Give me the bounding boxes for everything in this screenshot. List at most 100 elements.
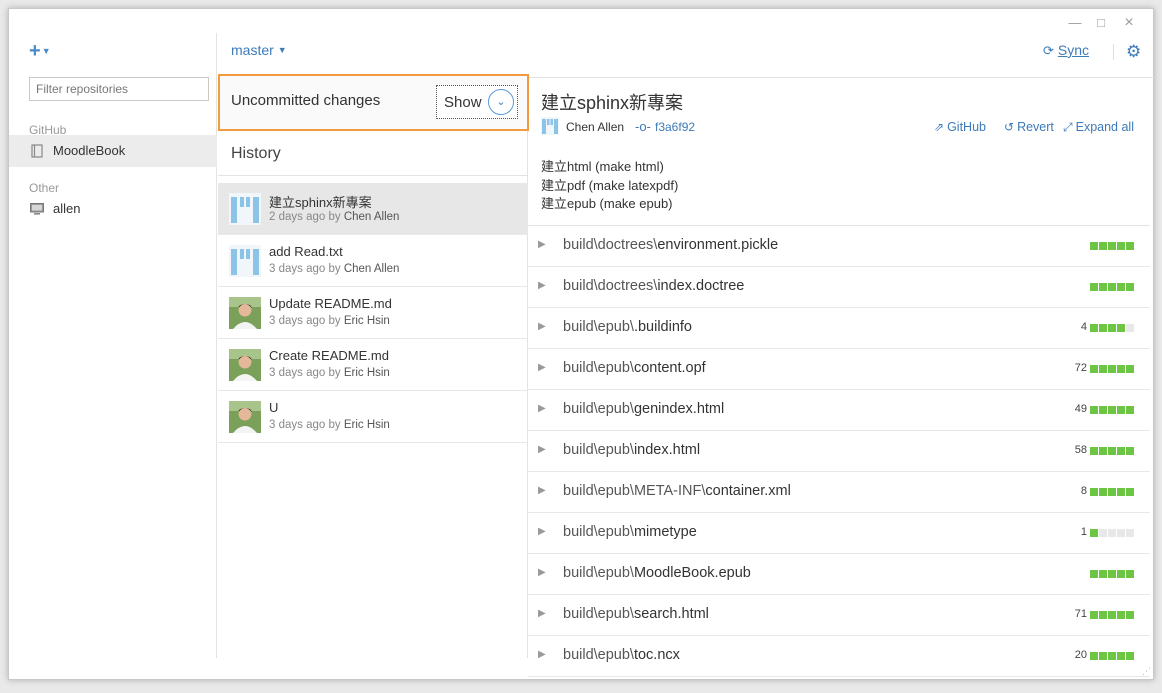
commit-body-line: 建立epub (make epub) [541, 196, 673, 211]
commit-row[interactable]: add Read.txt 3 days ago by Chen Allen [218, 235, 528, 287]
diff-stat-block [1126, 610, 1134, 619]
diff-stat-block [1126, 282, 1134, 291]
revert-button[interactable]: ↺ Revert [1004, 120, 1054, 134]
commit-row[interactable]: U 3 days ago by Eric Hsin [218, 391, 528, 443]
diff-count: 4 [1080, 321, 1087, 333]
diff-stat: 58 [1074, 444, 1134, 456]
commit-author: Eric Hsin [343, 315, 390, 327]
branch-selector[interactable]: master ▼ [231, 42, 287, 58]
diff-bar [1089, 487, 1134, 496]
expand-triangle-icon[interactable]: ▶ [538, 321, 546, 332]
diff-stat-block [1108, 323, 1116, 332]
diff-stat-block [1126, 405, 1134, 414]
file-directory: build\epub\ [563, 606, 634, 622]
diff-stat-block [1126, 569, 1134, 578]
commit-author: Eric Hsin [343, 367, 390, 379]
diff-stat-block [1099, 651, 1107, 660]
diff-count: 58 [1074, 444, 1087, 456]
commit-time: 3 days ago by [269, 263, 341, 275]
chevron-down-icon: ⌄ [488, 89, 514, 115]
file-directory: build\epub\ [563, 647, 634, 663]
changed-file-row[interactable]: ▶ build\epub\toc.ncx 20 [528, 636, 1150, 677]
close-icon[interactable]: × [1115, 13, 1143, 33]
show-label: Show [444, 94, 482, 111]
revert-label: Revert [1017, 120, 1054, 134]
diff-stat-block [1099, 364, 1107, 373]
sidebar-item-allen[interactable]: allen [9, 193, 217, 225]
file-name: container.xml [705, 483, 791, 499]
changed-file-row[interactable]: ▶ build\epub\index.html 58 [528, 431, 1150, 472]
author-avatar [541, 117, 559, 135]
diff-stat-block [1108, 528, 1116, 537]
diff-stat-block [1099, 487, 1107, 496]
changed-file-row[interactable]: ▶ build\doctrees\index.doctree [528, 267, 1150, 308]
commit-author: Chen Allen [343, 263, 400, 275]
show-button[interactable]: Show ⌄ [436, 85, 518, 119]
changed-file-row[interactable]: ▶ build\epub\mimetype 1 [528, 513, 1150, 554]
diff-count: 49 [1074, 403, 1087, 415]
diff-stat-block [1126, 241, 1134, 250]
diff-stat-block [1117, 528, 1125, 537]
expand-triangle-icon[interactable]: ▶ [538, 444, 546, 455]
diff-stat [1087, 569, 1134, 578]
changed-file-row[interactable]: ▶ build\epub\genindex.html 49 [528, 390, 1150, 431]
changed-file-row[interactable]: ▶ build\epub\content.opf 72 [528, 349, 1150, 390]
commit-body-line: 建立pdf (make latexpdf) [541, 177, 679, 193]
commit-sha[interactable]: f3a6f92 [655, 120, 695, 134]
commit-body: 建立html (make html) 建立pdf (make latexpdf)… [541, 158, 678, 214]
expand-triangle-icon[interactable]: ▶ [538, 280, 546, 291]
changed-file-row[interactable]: ▶ build\epub\.buildinfo 4 [528, 308, 1150, 349]
diff-stat-block [1108, 405, 1116, 414]
changed-file-row[interactable]: ▶ build\epub\search.html 71 [528, 595, 1150, 636]
sidebar-item-moodlebook[interactable]: MoodleBook [9, 135, 217, 167]
expand-triangle-icon[interactable]: ▶ [538, 403, 546, 414]
file-name: index.doctree [657, 278, 745, 294]
diff-stat-block [1117, 323, 1125, 332]
changed-file-row[interactable]: ▶ build\epub\META-INF\container.xml 8 [528, 472, 1150, 513]
expand-triangle-icon[interactable]: ▶ [538, 649, 546, 660]
gear-icon[interactable]: ⚙ [1126, 42, 1141, 62]
file-name: MoodleBook.epub [633, 565, 751, 581]
expand-triangle-icon[interactable]: ▶ [538, 608, 546, 619]
changed-file-row[interactable]: ▶ build\epub\MoodleBook.epub [528, 554, 1150, 595]
expand-triangle-icon[interactable]: ▶ [538, 485, 546, 496]
expand-triangle-icon[interactable]: ▶ [538, 362, 546, 373]
commit-row[interactable]: Create README.md 3 days ago by Eric Hsin [218, 339, 528, 391]
filter-repositories-input[interactable] [29, 77, 209, 101]
view-on-github-button[interactable]: ⇗ GitHub [934, 120, 986, 134]
file-name: environment.pickle [657, 237, 779, 253]
diff-stat-block [1117, 241, 1125, 250]
file-directory: build\epub\ [563, 401, 634, 417]
expand-all-label: Expand all [1075, 120, 1134, 134]
expand-all-button[interactable]: ⤢ Expand all [1063, 120, 1134, 135]
maximize-icon[interactable]: □ [1087, 13, 1115, 33]
diff-stat: 72 [1075, 363, 1134, 374]
commit-row[interactable]: Update README.md 3 days ago by Eric Hsin [218, 287, 528, 339]
file-path: build\doctrees\environment.pickle [563, 237, 778, 253]
diff-stat: 71 [1075, 609, 1134, 620]
commit-row[interactable]: 建立sphinx新專案 2 days ago by Chen Allen [218, 183, 528, 235]
changed-file-row[interactable]: ▶ build\doctrees\environment.pickle [528, 226, 1150, 267]
uncommitted-changes-panel[interactable]: Uncommitted changes Show ⌄ [218, 74, 529, 131]
expand-triangle-icon[interactable]: ▶ [538, 567, 546, 578]
expand-triangle-icon[interactable]: ▶ [538, 526, 546, 537]
diff-bar [1089, 282, 1134, 291]
diff-stat-block [1090, 446, 1098, 455]
diff-stat-block [1108, 364, 1116, 373]
diff-stat-block [1126, 364, 1134, 373]
add-repository-button[interactable]: +▼ [29, 41, 51, 61]
file-path: build\doctrees\index.doctree [563, 278, 744, 294]
minimize-icon[interactable]: — [1061, 13, 1089, 33]
commit-meta: 3 days ago by Eric Hsin [269, 367, 390, 379]
file-name: .buildinfo [633, 319, 692, 335]
computer-icon [30, 203, 44, 215]
commit-detail-pane: 建立sphinx新專案 Chen Allen -o- f3a6f92 ⇗ GitH… [528, 78, 1150, 677]
diff-stat-block [1090, 487, 1098, 496]
diff-stat-block [1126, 651, 1134, 660]
resize-grip-icon[interactable]: ⋰ [1142, 666, 1151, 677]
diff-stat-block [1117, 610, 1125, 619]
sync-button[interactable]: ⟳ Sync [1043, 42, 1089, 59]
expand-triangle-icon[interactable]: ▶ [538, 239, 546, 250]
diff-bar [1089, 405, 1134, 414]
diff-stat-block [1108, 569, 1116, 578]
